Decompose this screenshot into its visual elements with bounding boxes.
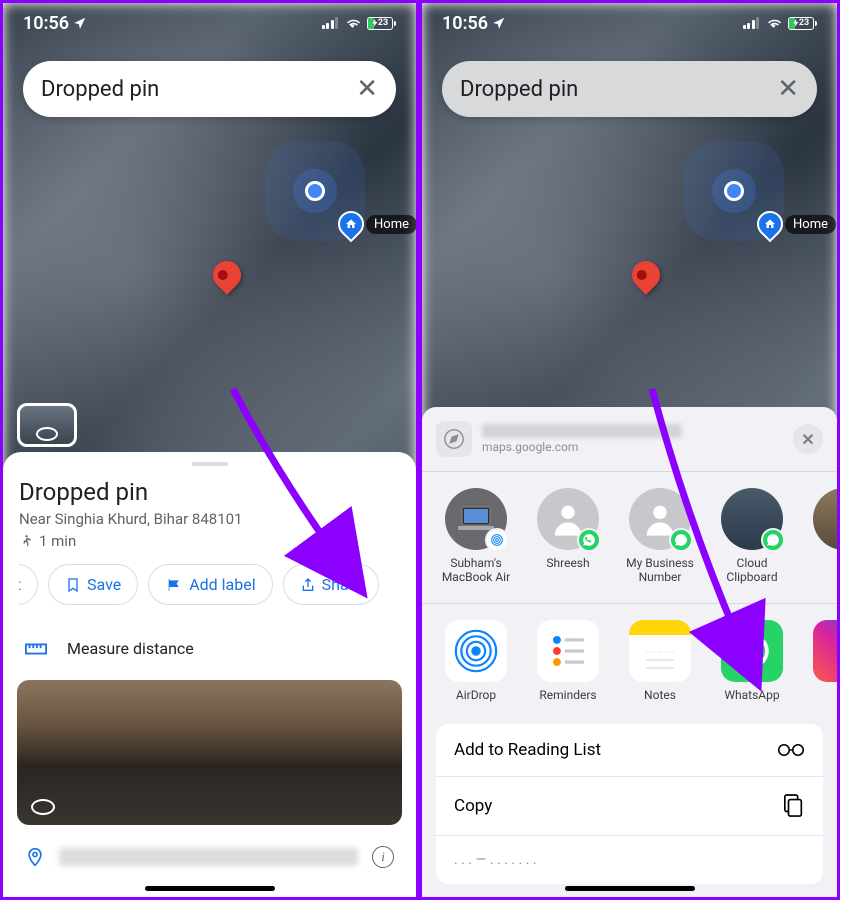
- cellular-icon: [743, 17, 760, 29]
- walk-time: 1 min: [19, 532, 400, 550]
- person-avatar-icon: [629, 488, 691, 550]
- whatsapp-app-icon: [721, 620, 783, 682]
- right-phone-screenshot: 10:56 23 Dropped pin ✕ Home maps.google.…: [419, 0, 840, 900]
- contact-name: Subham's MacBook Air: [436, 556, 516, 585]
- action-row-truncated[interactable]: . . . — . . . . . . .: [436, 836, 823, 884]
- wifi-icon: [765, 17, 782, 30]
- coordinates-row[interactable]: i: [19, 833, 400, 881]
- app-notes[interactable]: Notes: [620, 620, 700, 702]
- share-url: maps.google.com: [482, 440, 783, 454]
- action-label: Add to Reading List: [454, 740, 601, 760]
- copy-icon: [783, 793, 805, 819]
- ios-share-sheet[interactable]: maps.google.com ✕ Subham's MacBook Air S…: [422, 407, 837, 897]
- contact-whatsapp[interactable]: Shreesh: [528, 488, 608, 585]
- save-button[interactable]: Save: [48, 564, 138, 605]
- add-label-button[interactable]: Add label: [148, 564, 272, 605]
- measure-distance-row[interactable]: Measure distance: [19, 625, 400, 672]
- glasses-icon: [777, 742, 805, 758]
- place-address: Near Singhia Khurd, Bihar 848101: [19, 510, 400, 528]
- status-time: 10:56: [23, 13, 87, 34]
- share-button[interactable]: Share: [283, 564, 380, 605]
- contact-name: My Business Number: [620, 556, 700, 585]
- current-location-dot[interactable]: [305, 181, 325, 201]
- place-title: Dropped pin: [19, 478, 400, 506]
- person-avatar-icon: [537, 488, 599, 550]
- share-apps-row[interactable]: AirDrop Reminders Notes WhatsApp Ins: [422, 604, 837, 720]
- airdrop-app-icon: [445, 620, 507, 682]
- notes-app-icon: [629, 620, 691, 682]
- measure-distance-label: Measure distance: [67, 639, 194, 658]
- place-bottom-sheet[interactable]: Dropped pin Near Singhia Khurd, Bihar 84…: [3, 452, 416, 897]
- contact-whatsapp[interactable]: My Business Number: [620, 488, 700, 585]
- contact-name: Shreesh: [546, 556, 589, 570]
- pin-outline-icon: [25, 845, 45, 869]
- app-whatsapp[interactable]: WhatsApp: [712, 620, 792, 702]
- current-location-dot[interactable]: [724, 181, 744, 201]
- share-header: maps.google.com ✕: [422, 417, 837, 471]
- clear-search-icon[interactable]: ✕: [777, 74, 799, 104]
- home-pin[interactable]: Home: [338, 211, 417, 237]
- contact-whatsapp[interactable]: Cloud Clipboard: [712, 488, 792, 585]
- reminders-app-icon: [537, 620, 599, 682]
- whatsapp-badge-icon: [577, 528, 601, 552]
- app-airdrop[interactable]: AirDrop: [436, 620, 516, 702]
- app-instagram[interactable]: Ins: [804, 620, 837, 702]
- home-pin[interactable]: Home: [757, 211, 836, 237]
- cellular-icon: [322, 17, 339, 29]
- app-name: Notes: [644, 688, 676, 702]
- sheet-grabber[interactable]: [192, 462, 228, 466]
- streetview-preview[interactable]: [17, 680, 402, 825]
- app-name: WhatsApp: [724, 688, 779, 702]
- share-contacts-row[interactable]: Subham's MacBook Air Shreesh My Business…: [422, 472, 837, 603]
- share-icon: [300, 576, 316, 594]
- streetview-thumbnail[interactable]: [17, 403, 77, 447]
- whatsapp-badge-icon: [761, 528, 785, 552]
- contact-airdrop[interactable]: Subham's MacBook Air: [436, 488, 516, 585]
- photo-avatar-icon: [721, 488, 783, 550]
- app-name: AirDrop: [456, 688, 496, 702]
- info-icon[interactable]: i: [372, 846, 394, 868]
- airdrop-badge-icon: [485, 528, 509, 552]
- home-indicator[interactable]: [565, 886, 695, 891]
- search-text: Dropped pin: [460, 77, 777, 102]
- home-pin-label: Home: [366, 215, 417, 234]
- contact-name: Cloud Clipboard: [712, 556, 792, 585]
- contact-whatsapp[interactable]: M: [804, 488, 837, 585]
- search-text: Dropped pin: [41, 77, 356, 102]
- app-name: Ins: [836, 688, 837, 702]
- action-label: Copy: [454, 796, 492, 816]
- status-bar: 10:56 23: [422, 3, 837, 43]
- app-reminders[interactable]: Reminders: [528, 620, 608, 702]
- share-actions-list: Add to Reading List Copy . . . — . . . .…: [436, 724, 823, 884]
- bookmark-icon: [65, 576, 81, 594]
- status-time: 10:56: [442, 13, 506, 34]
- home-pin-label: Home: [785, 215, 836, 234]
- photo-avatar-icon: [813, 488, 837, 550]
- search-bar[interactable]: Dropped pin ✕: [23, 61, 396, 117]
- walk-icon: [19, 533, 33, 549]
- action-label-partial: . . . — . . . . . . .: [454, 852, 537, 868]
- add-reading-list-row[interactable]: Add to Reading List: [436, 724, 823, 777]
- home-indicator[interactable]: [145, 886, 275, 891]
- status-bar: 10:56 23: [3, 3, 416, 43]
- battery-icon: 23: [367, 17, 396, 30]
- macbook-avatar-icon: [445, 488, 507, 550]
- copy-row[interactable]: Copy: [436, 777, 823, 836]
- ruler-icon: [25, 642, 47, 656]
- search-bar[interactable]: Dropped pin ✕: [442, 61, 817, 117]
- safari-compass-icon: [436, 421, 472, 457]
- battery-icon: 23: [788, 17, 817, 30]
- clear-search-icon[interactable]: ✕: [356, 74, 378, 104]
- left-phone-screenshot: 10:56 23 Dropped pin ✕ Home Dropped pin …: [0, 0, 419, 900]
- action-buttons-row: tart Save Add label Share: [19, 564, 400, 605]
- coordinates-blurred: [59, 848, 358, 866]
- app-name: Reminders: [539, 688, 596, 702]
- instagram-app-icon: [813, 620, 837, 682]
- close-share-button[interactable]: ✕: [793, 424, 823, 454]
- share-title-blurred: [482, 424, 682, 438]
- flag-icon: [165, 577, 183, 593]
- start-button[interactable]: tart: [19, 564, 38, 605]
- wifi-icon: [344, 17, 361, 30]
- whatsapp-badge-icon: [669, 528, 693, 552]
